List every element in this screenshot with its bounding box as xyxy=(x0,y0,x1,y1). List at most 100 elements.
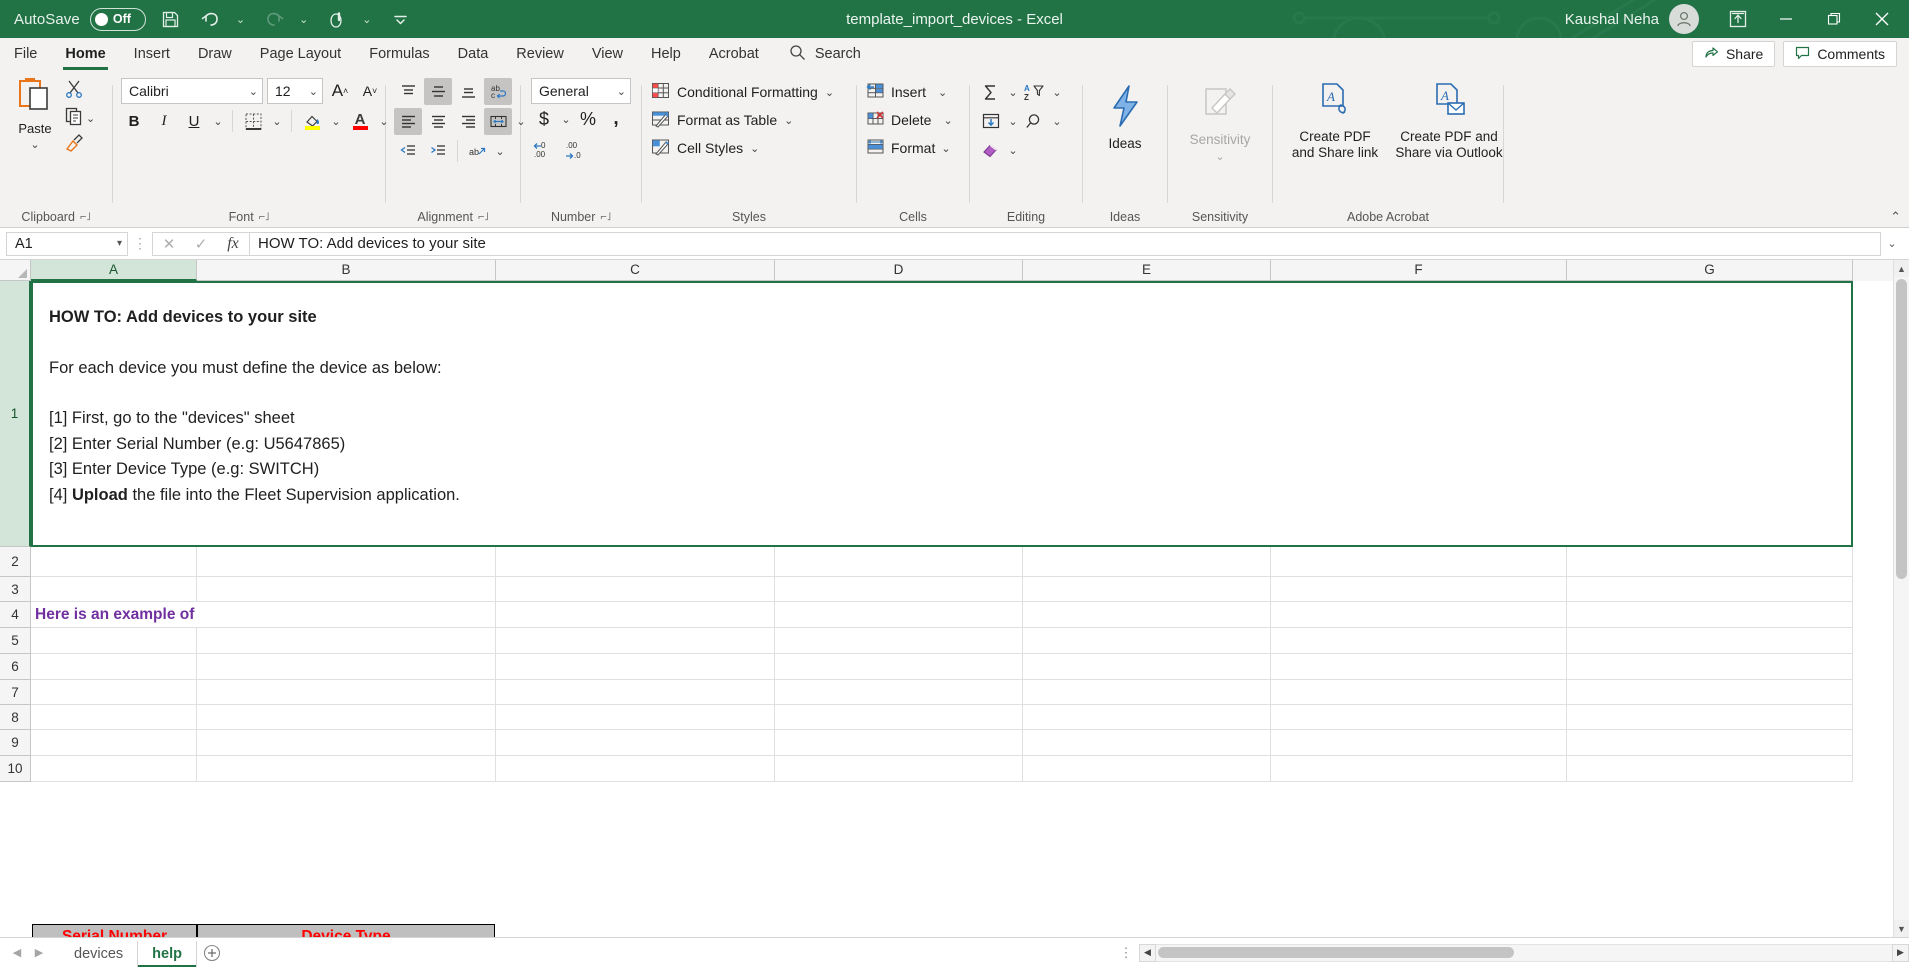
enter-icon[interactable]: ✓ xyxy=(185,233,217,255)
number-format-combo[interactable]: General ⌄ xyxy=(531,78,631,104)
scroll-left-icon[interactable]: ◀ xyxy=(1139,943,1156,962)
clipboard-dialog-launcher-icon[interactable]: ⌐˩ xyxy=(80,211,91,223)
customize-quick-access-icon[interactable] xyxy=(386,4,416,34)
percent-style-icon[interactable]: % xyxy=(575,106,601,132)
clear-icon[interactable] xyxy=(978,137,1004,163)
cell-d6[interactable] xyxy=(775,654,1023,680)
underline-button[interactable]: U xyxy=(181,108,207,134)
autosum-dropdown-icon[interactable]: ⌄ xyxy=(1006,79,1020,105)
create-pdf-and-share-via-outlook-button[interactable]: A Create PDF and Share via Outlook xyxy=(1393,76,1505,161)
share-button[interactable]: Share xyxy=(1691,41,1776,67)
row-header-1[interactable]: 1 xyxy=(0,281,31,547)
cell-b3[interactable] xyxy=(197,577,496,602)
vertical-scroll-thumb[interactable] xyxy=(1896,279,1907,579)
cell-a6[interactable] xyxy=(31,654,197,680)
name-box[interactable]: A1 ▾ xyxy=(6,231,128,256)
cell-b7[interactable] xyxy=(197,680,496,705)
chevron-down-icon[interactable]: ⌄ xyxy=(784,114,793,127)
sheet-tab-help[interactable]: help xyxy=(137,940,197,967)
borders-icon[interactable] xyxy=(240,108,266,134)
cell-g3[interactable] xyxy=(1567,577,1853,602)
tab-acrobat[interactable]: Acrobat xyxy=(695,38,773,70)
cell-c5[interactable] xyxy=(496,628,775,654)
insert-function-icon[interactable]: fx xyxy=(217,233,249,255)
column-header-e[interactable]: E xyxy=(1023,260,1271,281)
cell-a4[interactable]: Here is an example of a valid table: xyxy=(31,602,197,628)
cell-b9[interactable] xyxy=(197,730,496,756)
cell-c2[interactable] xyxy=(496,547,775,577)
select-all-corner[interactable] xyxy=(0,260,31,281)
tab-home[interactable]: Home xyxy=(51,38,119,70)
accounting-format-icon[interactable]: $ xyxy=(531,106,557,132)
orientation-dropdown-icon[interactable]: ⌄ xyxy=(493,138,507,164)
column-header-a[interactable]: A xyxy=(31,260,197,281)
alignment-dialog-launcher-icon[interactable]: ⌐˩ xyxy=(478,211,489,223)
horizontal-scroll-thumb[interactable] xyxy=(1158,947,1514,958)
cancel-icon[interactable]: ✕ xyxy=(153,233,185,255)
cell-g9[interactable] xyxy=(1567,730,1853,756)
horizontal-scrollbar[interactable]: ◀ ▶ xyxy=(1139,943,1909,962)
cell-f5[interactable] xyxy=(1271,628,1567,654)
cell-c6[interactable] xyxy=(496,654,775,680)
previous-sheet-icon[interactable]: ◀ xyxy=(6,941,28,965)
fill-color-icon[interactable] xyxy=(299,108,325,134)
redo-dropdown-icon[interactable]: ⌄ xyxy=(295,13,312,26)
find-and-select-icon[interactable] xyxy=(1022,108,1048,134)
scroll-right-icon[interactable]: ▶ xyxy=(1892,943,1909,962)
collapse-ribbon-icon[interactable]: ⌃ xyxy=(1890,209,1901,225)
number-dialog-launcher-icon[interactable]: ⌐˩ xyxy=(600,211,611,223)
copy-dropdown-icon[interactable]: ⌄ xyxy=(86,112,95,125)
chevron-down-icon[interactable]: ⌄ xyxy=(938,86,947,99)
ideas-button[interactable]: Ideas xyxy=(1085,76,1165,151)
cell-b8[interactable] xyxy=(197,705,496,730)
insert-cells-button[interactable]: Insert ⌄ xyxy=(857,78,947,106)
decrease-decimal-icon[interactable]: 0.00 xyxy=(531,136,557,162)
sort-and-filter-icon[interactable]: AZ xyxy=(1022,79,1048,105)
conditional-formatting-button[interactable]: Conditional Formatting ⌄ xyxy=(642,78,834,106)
tab-view[interactable]: View xyxy=(578,38,637,70)
cell-c8[interactable] xyxy=(496,705,775,730)
tab-page-layout[interactable]: Page Layout xyxy=(246,38,355,70)
next-sheet-icon[interactable]: ▶ xyxy=(28,941,50,965)
expand-formula-bar-icon[interactable]: ⌄ xyxy=(1881,237,1903,250)
sensitivity-dropdown-icon[interactable]: ⌄ xyxy=(1215,150,1224,163)
scroll-up-icon[interactable]: ▲ xyxy=(1893,260,1909,277)
redo-icon[interactable] xyxy=(259,4,289,34)
row-header-7[interactable]: 7 xyxy=(0,680,31,705)
cell-a5[interactable] xyxy=(31,628,197,654)
cell-e7[interactable] xyxy=(1023,680,1271,705)
minimize-icon[interactable] xyxy=(1763,0,1809,38)
cell-g6[interactable] xyxy=(1567,654,1853,680)
cell-f7[interactable] xyxy=(1271,680,1567,705)
row-header-9[interactable]: 9 xyxy=(0,730,31,756)
autosave-toggle[interactable]: Off xyxy=(89,7,146,31)
cell-a10[interactable] xyxy=(31,756,197,782)
fill-color-dropdown-icon[interactable]: ⌄ xyxy=(329,108,343,134)
vertical-scrollbar[interactable]: ▲ ▼ xyxy=(1893,260,1909,937)
wrap-text-icon[interactable]: ab c xyxy=(484,77,512,105)
comma-style-icon[interactable]: , xyxy=(603,106,629,132)
decrease-indent-icon[interactable] xyxy=(394,138,422,165)
tab-insert[interactable]: Insert xyxy=(120,38,184,70)
column-header-d[interactable]: D xyxy=(775,260,1023,281)
chevron-down-icon[interactable]: ⌄ xyxy=(750,142,759,155)
cell-g10[interactable] xyxy=(1567,756,1853,782)
font-color-icon[interactable]: A xyxy=(347,108,373,134)
merge-and-center-icon[interactable] xyxy=(484,107,512,135)
ribbon-display-options-icon[interactable] xyxy=(1715,0,1761,38)
cell-d5[interactable] xyxy=(775,628,1023,654)
save-icon[interactable] xyxy=(156,4,186,34)
cut-button[interactable] xyxy=(64,78,95,104)
borders-dropdown-icon[interactable]: ⌄ xyxy=(270,108,284,134)
row-header-6[interactable]: 6 xyxy=(0,654,31,680)
align-middle-icon[interactable] xyxy=(424,77,452,105)
format-cells-button[interactable]: Format ⌄ xyxy=(857,134,951,162)
cell-c7[interactable] xyxy=(496,680,775,705)
row-header-8[interactable]: 8 xyxy=(0,705,31,730)
create-pdf-and-share-link-button[interactable]: A Create PDF and Share link xyxy=(1279,76,1391,161)
more-options-icon[interactable]: ⋮ xyxy=(1113,945,1139,961)
font-dialog-launcher-icon[interactable]: ⌐˩ xyxy=(259,211,270,223)
cell-f9[interactable] xyxy=(1271,730,1567,756)
tab-data[interactable]: Data xyxy=(444,38,503,70)
cell-b4[interactable] xyxy=(197,602,496,628)
